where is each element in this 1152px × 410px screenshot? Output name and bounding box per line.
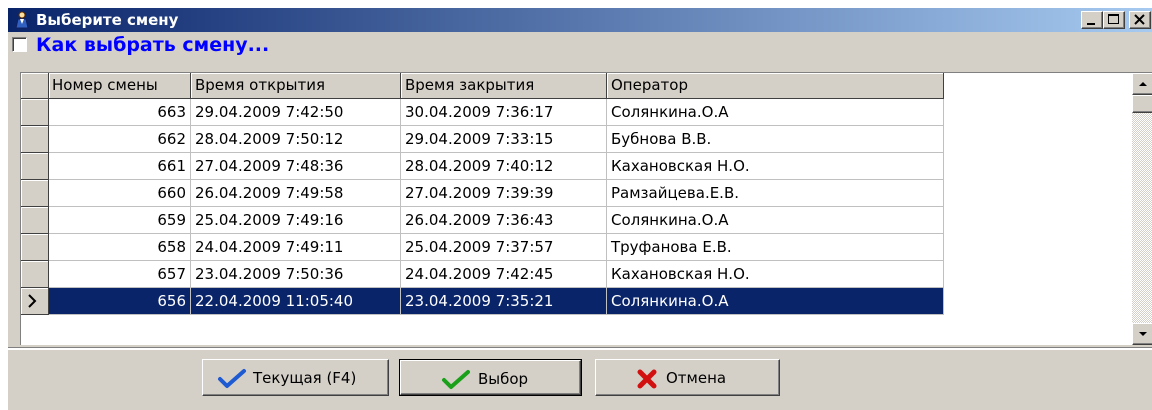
column-header-number[interactable]: Номер смены: [49, 73, 191, 99]
cell-opened: 25.04.2009 7:49:16: [191, 207, 401, 234]
cell-number: 662: [49, 126, 191, 153]
title-bar[interactable]: Выберите смену: [8, 8, 1152, 32]
shift-select-dialog: Выберите смену Как выбрать смену... Номе…: [7, 7, 1152, 410]
cell-closed: 26.04.2009 7:36:43: [401, 207, 607, 234]
minimize-button[interactable]: [1081, 11, 1103, 29]
cell-closed: 25.04.2009 7:37:57: [401, 234, 607, 261]
cell-opened: 28.04.2009 7:50:12: [191, 126, 401, 153]
cell-operator: Кахановская Н.О.: [607, 153, 944, 180]
row-indicator[interactable]: [21, 99, 49, 126]
shifts-grid[interactable]: Номер смены Время открытия Время закрыти…: [20, 72, 1152, 345]
cell-closed: 27.04.2009 7:39:39: [401, 180, 607, 207]
minimize-icon: [1087, 23, 1095, 25]
current-shift-label: Текущая (F4): [253, 369, 357, 387]
column-header-operator[interactable]: Оператор: [607, 73, 944, 99]
cross-red-icon: [637, 369, 657, 389]
cancel-label: Отмена: [666, 369, 727, 387]
cell-closed: 28.04.2009 7:40:12: [401, 153, 607, 180]
table-row[interactable]: 659 25.04.2009 7:49:16 26.04.2009 7:36:4…: [49, 207, 944, 234]
row-indicator-current[interactable]: [21, 288, 49, 315]
cell-closed: 30.04.2009 7:36:17: [401, 99, 607, 126]
help-row: Как выбрать смену...: [8, 33, 1152, 57]
cell-operator: Солянкина.О.А: [607, 207, 944, 234]
row-indicator[interactable]: [21, 180, 49, 207]
cell-operator: Бубнова В.В.: [607, 126, 944, 153]
cell-opened: 24.04.2009 7:49:11: [191, 234, 401, 261]
cell-closed: 29.04.2009 7:33:15: [401, 126, 607, 153]
row-indicator[interactable]: [21, 207, 49, 234]
scroll-down-button[interactable]: [1132, 323, 1152, 345]
help-checkbox[interactable]: [12, 37, 27, 52]
cell-number: 658: [49, 234, 191, 261]
arrow-up-icon: [1139, 82, 1147, 86]
cell-operator: Солянкина.О.А: [607, 99, 944, 126]
table-row[interactable]: 658 24.04.2009 7:49:11 25.04.2009 7:37:5…: [49, 234, 944, 261]
table-row-selected[interactable]: 656 22.04.2009 11:05:40 23.04.2009 7:35:…: [49, 288, 944, 315]
cell-operator: Труфанова Е.В.: [607, 234, 944, 261]
vertical-scrollbar[interactable]: [1132, 73, 1152, 345]
table-row[interactable]: 663 29.04.2009 7:42:50 30.04.2009 7:36:1…: [49, 99, 944, 126]
arrow-down-icon: [1139, 332, 1147, 336]
cell-number: 663: [49, 99, 191, 126]
current-shift-button[interactable]: Текущая (F4): [202, 359, 389, 396]
cell-number: 659: [49, 207, 191, 234]
row-indicator[interactable]: [21, 234, 49, 261]
close-icon: [1134, 14, 1145, 25]
column-header-opened[interactable]: Время открытия: [191, 73, 401, 99]
checkmark-blue-icon: [218, 369, 246, 388]
current-row-arrow-icon: [28, 294, 37, 308]
close-button[interactable]: [1129, 11, 1151, 29]
select-label: Выбор: [478, 370, 529, 388]
scroll-thumb[interactable]: [1132, 95, 1152, 113]
cell-number: 656: [49, 288, 191, 315]
table-row[interactable]: 661 27.04.2009 7:48:36 28.04.2009 7:40:1…: [49, 153, 944, 180]
cell-opened: 27.04.2009 7:48:36: [191, 153, 401, 180]
cell-number: 661: [49, 153, 191, 180]
help-link[interactable]: Как выбрать смену...: [36, 34, 269, 56]
table-row[interactable]: 662 28.04.2009 7:50:12 29.04.2009 7:33:1…: [49, 126, 944, 153]
cell-opened: 26.04.2009 7:49:58: [191, 180, 401, 207]
cell-number: 657: [49, 261, 191, 288]
cell-opened: 23.04.2009 7:50:36: [191, 261, 401, 288]
cell-operator: Солянкина.О.А: [607, 288, 944, 315]
cell-operator: Кахановская Н.О.: [607, 261, 944, 288]
cell-operator: Рамзайцева.Е.В.: [607, 180, 944, 207]
checkmark-green-icon: [442, 370, 470, 389]
maximize-button[interactable]: [1103, 11, 1125, 29]
button-panel: Текущая (F4) Выбор Отмена: [8, 348, 1152, 410]
scroll-up-button[interactable]: [1132, 73, 1152, 95]
app-icon: [15, 11, 29, 29]
table-row[interactable]: 660 26.04.2009 7:49:58 27.04.2009 7:39:3…: [49, 180, 944, 207]
window-title: Выберите смену: [36, 11, 179, 29]
cell-opened: 29.04.2009 7:42:50: [191, 99, 401, 126]
select-button[interactable]: Выбор: [399, 359, 582, 396]
cell-closed: 24.04.2009 7:42:45: [401, 261, 607, 288]
maximize-icon: [1108, 14, 1119, 24]
cell-closed: 23.04.2009 7:35:21: [401, 288, 607, 315]
column-header-closed[interactable]: Время закрытия: [401, 73, 607, 99]
cell-number: 660: [49, 180, 191, 207]
cell-opened: 22.04.2009 11:05:40: [191, 288, 401, 315]
grid-corner-header: [21, 73, 49, 99]
cancel-button[interactable]: Отмена: [595, 359, 780, 396]
row-indicator[interactable]: [21, 153, 49, 180]
row-indicator[interactable]: [21, 261, 49, 288]
row-indicator[interactable]: [21, 126, 49, 153]
table-row[interactable]: 657 23.04.2009 7:50:36 24.04.2009 7:42:4…: [49, 261, 944, 288]
